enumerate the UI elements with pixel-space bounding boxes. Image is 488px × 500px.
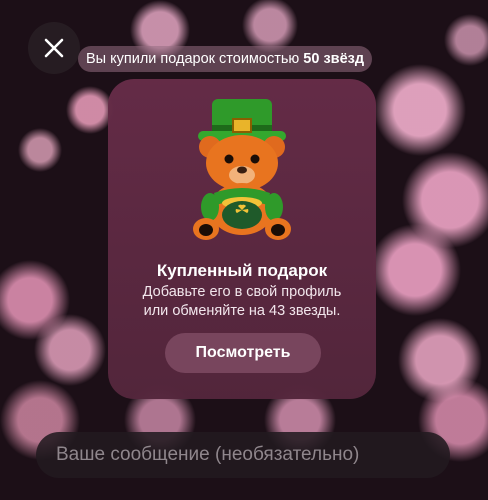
gift-description: Добавьте его в свой профиль или обменяйт… (118, 283, 366, 321)
close-icon (44, 38, 64, 58)
toast-text: Вы купили подарок стоимостью (86, 51, 300, 67)
purchase-toast: Вы купили подарок стоимостью 50 звёзд (78, 46, 373, 72)
toast-amount: 50 звёзд (303, 51, 365, 67)
gift-card: Купленный подарок Добавьте его в свой пр… (108, 79, 376, 399)
gift-description-line-2: или обменяйте на 43 звезды. (143, 303, 341, 319)
view-gift-button[interactable]: Посмотреть (165, 333, 321, 373)
leprechaun-teddy-bear-icon (193, 99, 291, 240)
gift-description-line-1: Добавьте его в свой профиль (142, 284, 342, 300)
message-input[interactable] (36, 432, 450, 478)
close-button[interactable] (28, 22, 80, 74)
gift-title: Купленный подарок (156, 261, 328, 280)
